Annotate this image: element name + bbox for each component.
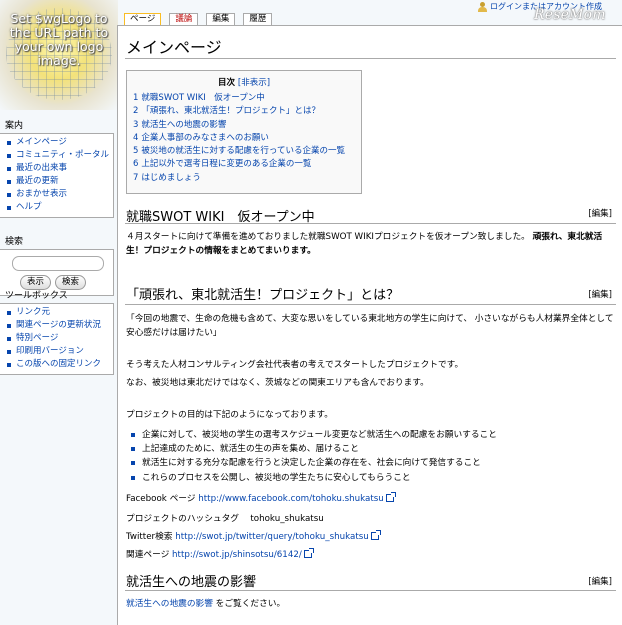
- related-link[interactable]: http://swot.jp/shinsotsu/6142/: [172, 550, 302, 560]
- hashtag-value: tohoku_shukatsu: [250, 514, 324, 524]
- related-line: 関連ページ http://swot.jp/shinsotsu/6142/: [126, 548, 614, 562]
- list-item: 上記達成のために、就活生の生の声を集め、届けること: [126, 442, 614, 456]
- toc-item[interactable]: 2 「頑張れ、東北就活生！プロジェクト」とは？: [133, 105, 355, 118]
- list-item: 企業に対して、被災地の学生の選考スケジュール変更など就活生への配慮をお願いするこ…: [126, 428, 614, 442]
- page-actions-tabs: ページ 議論 編集 履歴: [124, 13, 273, 25]
- toolbox-item-printable-version[interactable]: 印刷用バージョン: [6, 345, 111, 358]
- go-button[interactable]: 表示: [20, 275, 52, 290]
- section-paragraph: ４月スタートに向けて準備を進めておりました就職SWOT WIKIプロジェクトを仮…: [126, 232, 603, 256]
- toc-item[interactable]: 5 被災地の就活生に対する配慮を行っている企業の一覧: [133, 145, 355, 158]
- purpose-paragraph: プロジェクトの目的は下記のようになっております。: [126, 410, 333, 420]
- related-label: 関連ページ: [126, 550, 170, 560]
- list-item: これらのプロセスを公開し、被災地の学生たちに安心してもらうこと: [126, 471, 614, 485]
- toolbox-portlet: ツールボックス リンク元 関連ページの更新状況 特別ページ 印刷用バージョン こ…: [0, 290, 114, 375]
- earthquake-paragraph: 就活生への地震の影響 をご覧ください。: [126, 599, 286, 609]
- section-divider: [125, 304, 616, 305]
- quote-paragraph: 「今回の地震で、生命の危機も含めて、大変な思いをしている東北地方の学生に向けて、…: [126, 314, 614, 338]
- toolbox-item-related-changes[interactable]: 関連ページの更新状況: [6, 319, 111, 332]
- toc-title: 目次: [217, 78, 235, 88]
- twitter-label: Twitter検索: [126, 532, 173, 542]
- external-link-icon: [370, 530, 381, 540]
- toc-toggle-link[interactable]: [非表示]: [238, 78, 270, 88]
- external-link-icon: [385, 492, 396, 502]
- toc-item[interactable]: 3 就活生への地震の影響: [133, 119, 355, 132]
- toc-item[interactable]: 4 企業人事部のみなさまへのお願い: [133, 132, 355, 145]
- title-divider: [125, 58, 616, 59]
- toolbox-body: リンク元 関連ページの更新状況 特別ページ 印刷用バージョン この版への固定リン…: [0, 303, 114, 375]
- navigation-portlet: 案内 メインページ コミュニティ・ポータル 最近の出来事 最近の更新 おまかせ表…: [0, 120, 114, 218]
- edit-section-link[interactable]: [編集]: [588, 207, 612, 219]
- search-input[interactable]: [12, 256, 104, 271]
- toolbox-item-what-links-here[interactable]: リンク元: [6, 306, 111, 319]
- sidebar-item-main-page[interactable]: メインページ: [6, 136, 111, 149]
- search-title: 検索: [5, 237, 24, 247]
- area-paragraph: なお、被災地は東北だけではなく、茨城などの関東エリアも含んでおります。: [126, 378, 429, 388]
- hashtag-label: プロジェクトのハッシュタグ: [126, 514, 239, 524]
- site-logo[interactable]: Set $wgLogo to the URL path to your own …: [0, 0, 118, 110]
- toc-item[interactable]: 6 上記以外で選考日程に変更のある企業の一覧: [133, 158, 355, 171]
- page-title: メインページ: [126, 38, 222, 57]
- edit-section-link[interactable]: [編集]: [588, 575, 612, 587]
- twitter-link[interactable]: http://swot.jp/twitter/query/tohoku_shuk…: [175, 532, 369, 542]
- navigation-body: メインページ コミュニティ・ポータル 最近の出来事 最近の更新 おまかせ表示 ヘ…: [0, 133, 114, 218]
- section-divider: [125, 590, 616, 591]
- content-area: メインページ 目次 [非表示] 1 就職SWOT WIKI 仮オープン中 2 「頑張…: [117, 25, 622, 625]
- external-link-icon: [303, 548, 314, 558]
- toolbox-item-permanent-link[interactable]: この版への固定リンク: [6, 358, 111, 371]
- facebook-link[interactable]: http://www.facebook.com/tohoku.shukatsu: [198, 494, 384, 504]
- origin-paragraph: そう考えた人材コンサルティング会社代表者の考えでスタートしたプロジェクトです。: [126, 360, 464, 370]
- search-body: 表示 検索: [0, 249, 114, 296]
- navigation-title: 案内: [5, 121, 24, 131]
- section-heading-project: 「頑張れ、東北就活生！プロジェクト」とは？: [126, 288, 400, 303]
- tab-page[interactable]: ページ: [124, 13, 162, 25]
- section-heading-earthquake: 就活生への地震の影響: [126, 575, 257, 590]
- tab-edit[interactable]: 編集: [206, 13, 236, 25]
- list-item: 就活生に対する充分な配慮を行うと決定した企業の存在を、社会に向けて発信すること: [126, 456, 614, 470]
- hashtag-line: プロジェクトのハッシュタグ tohoku_shukatsu: [126, 512, 614, 526]
- table-of-contents: 目次 [非表示] 1 就職SWOT WIKI 仮オープン中 2 「頑張れ、東北就活生…: [126, 70, 362, 194]
- section-divider: [125, 223, 616, 224]
- facebook-label: Facebook ページ: [126, 494, 196, 504]
- sidebar-item-community-portal[interactable]: コミュニティ・ポータル: [6, 149, 111, 162]
- sidebar-item-recent-changes[interactable]: 最近の更新: [6, 175, 111, 188]
- sidebar-item-help[interactable]: ヘルプ: [6, 201, 111, 214]
- edit-section-link[interactable]: [編集]: [588, 288, 612, 300]
- tab-history[interactable]: 履歴: [243, 13, 273, 25]
- toolbox-title: ツールボックス: [5, 291, 68, 301]
- toolbox-item-special-pages[interactable]: 特別ページ: [6, 332, 111, 345]
- search-portlet: 検索 表示 検索: [0, 236, 114, 296]
- purpose-list: 企業に対して、被災地の学生の選考スケジュール変更など就活生への配慮をお願いするこ…: [126, 428, 614, 485]
- watermark-logo: ReseMom: [534, 7, 606, 23]
- tab-discussion[interactable]: 議論: [169, 13, 199, 25]
- sidebar-item-current-events[interactable]: 最近の出来事: [6, 162, 111, 175]
- logo-placeholder-text: Set $wgLogo to the URL path to your own …: [9, 11, 109, 68]
- toc-item[interactable]: 1 就職SWOT WIKI 仮オープン中: [133, 92, 355, 105]
- twitter-line: Twitter検索 http://swot.jp/twitter/query/t…: [126, 530, 614, 544]
- search-button[interactable]: 検索: [55, 275, 87, 290]
- toc-item[interactable]: 7 はじめましょう: [133, 172, 355, 185]
- facebook-line: Facebook ページ http://www.facebook.com/toh…: [126, 492, 614, 506]
- earthquake-link[interactable]: 就活生への地震の影響: [126, 599, 213, 609]
- sidebar-item-random-page[interactable]: おまかせ表示: [6, 188, 111, 201]
- user-icon: [478, 1, 487, 12]
